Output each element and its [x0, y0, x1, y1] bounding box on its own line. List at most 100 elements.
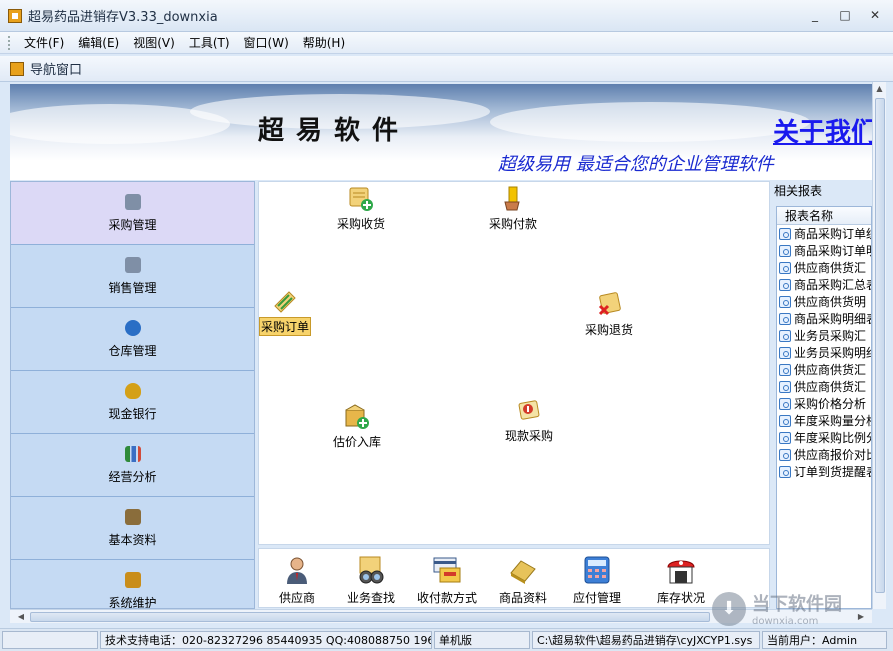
- minimize-button[interactable]: _: [807, 8, 823, 22]
- purchase-receive-button[interactable]: 采购收货: [337, 186, 385, 232]
- goods-info-button[interactable]: 商品资料: [499, 555, 547, 606]
- supplier-icon: [287, 557, 307, 584]
- sidebar-item-label: 采购管理: [108, 217, 157, 232]
- function-label: 采购付款: [489, 217, 538, 231]
- report-name: 业务员采购汇: [794, 329, 867, 343]
- report-list: 报表名称 商品采购订单统 商品采购订单明 供应商供货汇 商品采购汇总表 供应商供…: [776, 206, 872, 609]
- report-row[interactable]: 商品采购订单明: [777, 242, 871, 259]
- report-row[interactable]: 采购价格分析: [777, 395, 871, 412]
- scroll-right-icon[interactable]: ▶: [854, 610, 868, 624]
- sidebar-item-label: 现金银行: [108, 406, 157, 421]
- report-icon: [779, 329, 791, 342]
- report-name: 供应商供货汇: [794, 380, 867, 394]
- report-icon: [779, 448, 791, 461]
- about-us-link[interactable]: 关于我们: [773, 112, 872, 149]
- report-row[interactable]: 业务员采购汇: [777, 327, 871, 344]
- search-binoculars-icon: [359, 556, 384, 584]
- menu-file[interactable]: 文件(F): [17, 34, 71, 51]
- edition-mode: 单机版: [434, 631, 530, 649]
- sidebar-item-warehouse[interactable]: 仓库管理: [11, 308, 254, 371]
- report-name: 供应商供货明: [794, 295, 867, 309]
- report-row[interactable]: 供应商供货汇: [777, 259, 871, 276]
- maximize-button[interactable]: □: [837, 8, 853, 22]
- report-row[interactable]: 年度采购比例分: [777, 429, 871, 446]
- close-button[interactable]: ✕: [867, 8, 883, 22]
- folder-icon: [124, 508, 141, 525]
- cloud-decoration: [490, 102, 810, 142]
- purchase-return-icon: [598, 292, 621, 316]
- purchase-order-button[interactable]: 采购订单: [259, 288, 312, 336]
- report-row[interactable]: 业务员采购明细: [777, 344, 871, 361]
- payable-management-button[interactable]: 应付管理: [573, 555, 621, 606]
- watermark-text: 当下软件园: [752, 594, 842, 615]
- sidebar-item-label: 系统维护: [108, 595, 157, 609]
- menu-tools[interactable]: 工具(T): [182, 34, 237, 51]
- scroll-left-icon[interactable]: ◀: [14, 610, 28, 624]
- menu-window[interactable]: 窗口(W): [237, 34, 296, 51]
- payment-icon: [504, 186, 520, 211]
- report-icon: [779, 431, 791, 444]
- cash-purchase-button[interactable]: 现款采购: [505, 398, 553, 444]
- sidebar-item-sales[interactable]: 销售管理: [11, 245, 254, 308]
- valuation-stock-in-button[interactable]: 估价入库: [333, 404, 381, 450]
- purchase-payment-button[interactable]: 采购付款: [489, 186, 537, 232]
- sidebar-item-purchase[interactable]: 采购管理: [11, 182, 254, 245]
- report-row[interactable]: 供应商供货明: [777, 293, 871, 310]
- tool-label: 库存状况: [657, 591, 706, 605]
- menu-edit[interactable]: 编辑(E): [71, 34, 126, 51]
- report-name: 商品采购明细表: [794, 312, 872, 326]
- money-bag-icon: [124, 382, 141, 399]
- report-row[interactable]: 供应商报价对比: [777, 446, 871, 463]
- hammer-icon: [124, 571, 141, 588]
- vertical-scrollbar[interactable]: ▲: [872, 82, 886, 609]
- payment-method-button[interactable]: 收付款方式: [417, 555, 477, 606]
- inventory-status-button[interactable]: 库存状况: [657, 555, 705, 606]
- function-canvas: 采购收货 采购付款 采购订单 采购退货 估价入库 现款采购: [258, 181, 770, 545]
- title-bar: 超易药品进销存V3.33_downxia _ □ ✕: [0, 0, 893, 32]
- report-name: 供应商报价对比: [794, 448, 872, 462]
- nav-window-title: 导航窗口: [30, 63, 83, 78]
- report-row[interactable]: 商品采购明细表: [777, 310, 871, 327]
- report-row[interactable]: 商品采购汇总表: [777, 276, 871, 293]
- report-row[interactable]: 供应商供货汇: [777, 378, 871, 395]
- report-icon: [779, 465, 791, 478]
- horizontal-scroll-thumb[interactable]: [30, 612, 710, 622]
- function-label: 采购收货: [337, 217, 386, 231]
- report-name: 商品采购订单统: [794, 227, 872, 241]
- sidebar-item-analysis[interactable]: 经营分析: [11, 434, 254, 497]
- nav-window-header: 导航窗口: [0, 56, 893, 82]
- cart-icon: [124, 193, 141, 210]
- support-phone: 技术支持电话：020-82327296 85440935 QQ:40808875…: [100, 631, 432, 649]
- function-label: 采购退货: [585, 323, 634, 337]
- vertical-scroll-thumb[interactable]: [875, 98, 885, 593]
- warehouse-icon: [124, 319, 141, 336]
- scroll-up-icon[interactable]: ▲: [873, 82, 886, 96]
- menu-grip-icon: [8, 35, 11, 50]
- business-search-button[interactable]: 业务查找: [347, 555, 395, 606]
- watermark-url: downxia.com: [752, 616, 819, 627]
- sidebar-item-basic-data[interactable]: 基本资料: [11, 497, 254, 560]
- report-icon: [779, 380, 791, 393]
- report-name: 商品采购订单明: [794, 244, 872, 258]
- report-icon: [779, 278, 791, 291]
- report-row[interactable]: 订单到货提醒表: [777, 463, 871, 480]
- report-row[interactable]: 商品采购订单统: [777, 225, 871, 242]
- payment-method-icon: [433, 557, 461, 583]
- report-row[interactable]: 年度采购量分析: [777, 412, 871, 429]
- calculator-icon: [584, 556, 610, 584]
- report-row[interactable]: 供应商供货汇: [777, 361, 871, 378]
- cash-purchase-icon: [518, 400, 540, 420]
- supplier-button[interactable]: 供应商: [279, 555, 315, 606]
- related-reports-title: 相关报表: [774, 184, 823, 198]
- sidebar-item-cash-bank[interactable]: 现金银行: [11, 371, 254, 434]
- menu-view[interactable]: 视图(V): [126, 34, 182, 51]
- report-name-column-header[interactable]: 报表名称: [777, 207, 871, 225]
- function-label: 估价入库: [333, 435, 382, 449]
- banner-slogan: 超级易用 最适合您的企业管理软件: [498, 154, 774, 175]
- report-name: 采购价格分析: [794, 397, 867, 411]
- sidebar-item-system[interactable]: 系统维护: [11, 560, 254, 609]
- report-icon: [779, 397, 791, 410]
- menu-help[interactable]: 帮助(H): [296, 34, 352, 51]
- purchase-return-button[interactable]: 采购退货: [585, 292, 633, 338]
- store-icon: [667, 560, 695, 584]
